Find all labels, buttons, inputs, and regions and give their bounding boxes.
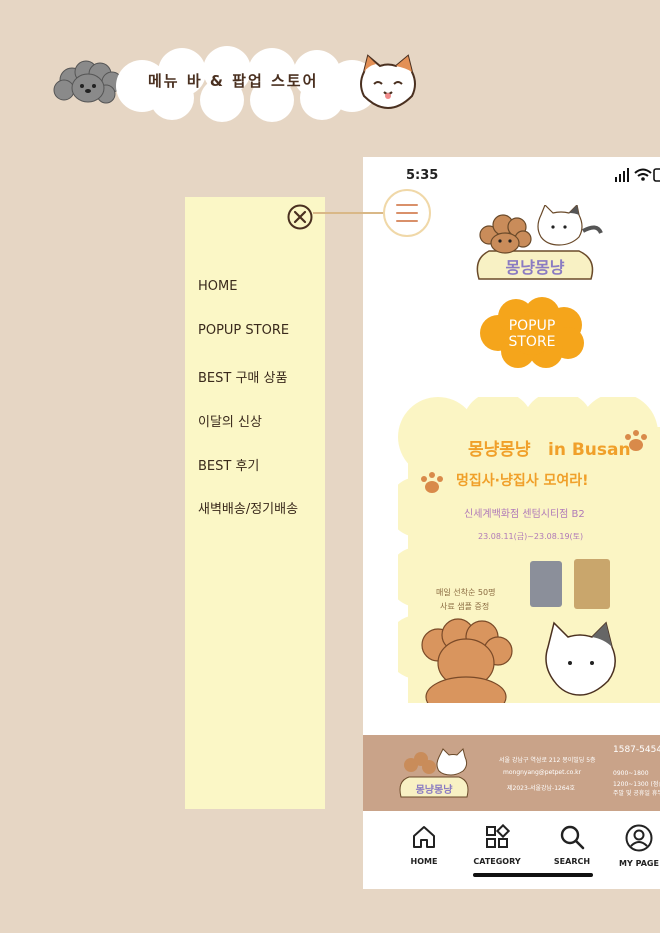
footer-hours3: 주말 및 공휴일 휴무: [613, 790, 660, 797]
menu-item-home[interactable]: HOME: [198, 279, 237, 294]
menu-item-best-purchase[interactable]: BEST 구매 상품: [198, 367, 287, 386]
event-banner[interactable]: 몽냥몽냥 in Busan 멍집사·냥집사 모여라! 신세계백화점 센텀시티점 …: [398, 397, 660, 703]
tab-home-label: HOME: [410, 857, 438, 866]
footer-logo-text: 몽냥몽냥: [416, 783, 454, 796]
footer-license: 제2023-서울강남-1264호: [507, 785, 575, 792]
search-icon: [560, 825, 585, 850]
product-bag-2: [574, 559, 610, 609]
close-icon[interactable]: [287, 204, 313, 230]
status-icons: [615, 168, 660, 182]
product-bag-1: [530, 561, 562, 607]
footer-hours1: 0900~1800: [613, 770, 649, 777]
tab-my-page[interactable]: MY PAGE: [609, 824, 660, 868]
user-icon: [625, 824, 653, 852]
bottom-tab-bar: HOME CATEGORY SEARCH MY PAGE: [363, 811, 660, 889]
page-title: 메뉴 바 & 팝업 스토어: [148, 72, 319, 90]
tab-category[interactable]: CATEGORY: [467, 823, 527, 866]
hamburger-menu-button[interactable]: [383, 189, 431, 237]
hamburger-icon: [396, 204, 418, 222]
menu-item-new-arrivals[interactable]: 이달의 신상: [198, 411, 262, 430]
menu-item-popup-store[interactable]: POPUP STORE: [198, 323, 289, 338]
footer-phone: 1587-5454: [613, 745, 660, 755]
footer-hours2: 1200~1300 (점심시간): [613, 781, 660, 788]
cat-face-icon: [360, 54, 416, 110]
menu-connector-line: [313, 212, 385, 214]
event-venue: 신세계백화점 센텀시티점 B2: [464, 508, 585, 520]
home-indicator: [473, 873, 593, 877]
category-icon: [486, 823, 511, 848]
badge-line1: POPUP: [509, 318, 556, 334]
event-promo-line1: 매일 선착순 50명: [436, 587, 495, 597]
event-promo-line2: 사료 샘플 증정: [440, 601, 489, 611]
footer-address: 서울 강남구 역삼로 212 몽이빌딩 5층: [499, 757, 596, 764]
event-dates: 23.08.11(금)~23.08.19(토): [478, 532, 583, 541]
footer: 몽냥몽냥 서울 강남구 역삼로 212 몽이빌딩 5층 mongnyang@pe…: [363, 735, 660, 811]
event-subtitle: 멍집사·냥집사 모여라!: [456, 472, 589, 489]
tab-category-label: CATEGORY: [473, 857, 521, 866]
event-title-brand: 몽냥몽냥: [468, 440, 531, 460]
phone-screen: 5:35 몽냥몽냥 POPUP STORE 몽냥몽냥 in Busan 멍집사·…: [363, 157, 660, 889]
brand-logo: 몽냥몽냥: [476, 205, 603, 280]
menu-item-best-reviews[interactable]: BEST 후기: [198, 455, 259, 474]
popup-store-badge[interactable]: POPUP STORE: [476, 297, 588, 369]
menu-item-delivery[interactable]: 새벽배송/정기배송: [198, 498, 298, 517]
tab-home[interactable]: HOME: [394, 824, 454, 866]
logo-text: 몽냥몽냥: [506, 258, 565, 277]
event-title-place: in Busan: [548, 440, 631, 460]
tab-search[interactable]: SEARCH: [542, 824, 602, 866]
footer-email: mongnyang@petpet.co.kr: [503, 769, 582, 776]
tab-search-label: SEARCH: [553, 857, 591, 866]
badge-line2: STORE: [508, 334, 555, 350]
footer-logo: 몽냥몽냥: [399, 748, 469, 798]
status-time: 5:35: [406, 168, 439, 183]
tab-my-page-label: MY PAGE: [619, 859, 659, 868]
home-icon: [413, 826, 435, 848]
